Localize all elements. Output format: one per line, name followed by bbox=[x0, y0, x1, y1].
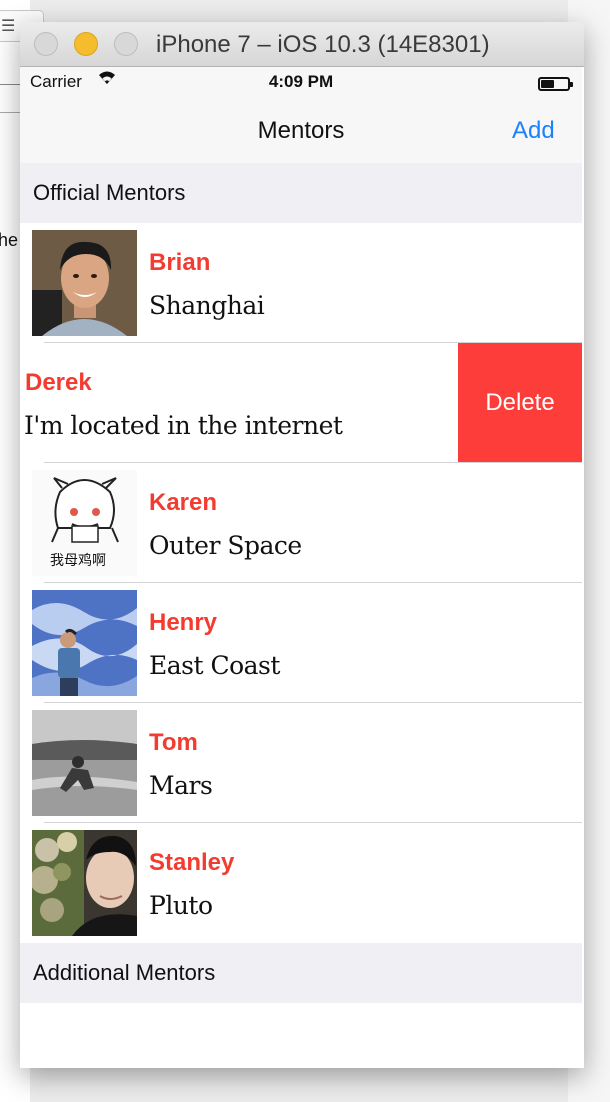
mentor-row-derek[interactable]: Derek I'm located in the internet Delete bbox=[20, 343, 582, 463]
mentor-name: Karen bbox=[149, 489, 218, 516]
mentor-location: I'm located in the internet bbox=[24, 411, 343, 440]
battery-icon bbox=[538, 77, 573, 91]
section-title: Official Mentors bbox=[33, 180, 186, 205]
mentor-location: Pluto bbox=[149, 891, 213, 920]
mentor-location: Outer Space bbox=[149, 531, 302, 560]
mentor-name: Stanley bbox=[149, 849, 235, 876]
mentor-name: Henry bbox=[149, 609, 218, 636]
navigation-bar: Mentors Add bbox=[20, 97, 582, 164]
add-button[interactable]: Add bbox=[512, 117, 555, 145]
avatar-caption: 我母鸡啊 bbox=[50, 553, 106, 569]
simulator-window: iPhone 7 – iOS 10.3 (14E8301) Carrier 4:… bbox=[20, 22, 584, 1068]
window-title: iPhone 7 – iOS 10.3 (14E8301) bbox=[156, 31, 490, 58]
hamburger-icon: ☰ bbox=[1, 16, 16, 35]
status-bar: Carrier 4:09 PM bbox=[20, 67, 582, 97]
minimize-window-button[interactable] bbox=[74, 32, 98, 56]
device-screen: Carrier 4:09 PM Mentors Add Official Men… bbox=[20, 67, 582, 1068]
mentor-row-tom[interactable]: Tom Mars bbox=[20, 703, 582, 823]
page-title: Mentors bbox=[257, 117, 345, 144]
avatar bbox=[32, 710, 137, 816]
zoom-window-button[interactable] bbox=[114, 32, 138, 56]
mentor-location: Mars bbox=[149, 771, 213, 800]
mentor-name: Brian bbox=[149, 249, 211, 276]
mentor-location: Shanghai bbox=[149, 291, 265, 320]
mentor-location: East Coast bbox=[149, 651, 280, 680]
delete-button[interactable]: Delete bbox=[458, 343, 582, 463]
section-header-additional: Additional Mentors bbox=[20, 943, 582, 1003]
background-text-fragment: he bbox=[0, 230, 19, 250]
mentor-name: Tom bbox=[149, 729, 198, 756]
mentor-row-brian[interactable]: Brian Shanghai bbox=[20, 223, 582, 343]
avatar bbox=[32, 230, 137, 336]
avatar bbox=[32, 590, 137, 696]
mentor-row-karen[interactable]: 我母鸡啊 Karen Outer Space bbox=[20, 463, 582, 583]
mentor-row-henry[interactable]: Henry East Coast bbox=[20, 583, 582, 703]
status-time: 4:09 PM bbox=[268, 72, 334, 91]
mentor-name: Derek bbox=[25, 369, 92, 396]
mentor-row-stanley[interactable]: Stanley Pluto bbox=[20, 823, 582, 943]
close-window-button[interactable] bbox=[34, 32, 58, 56]
avatar: 我母鸡啊 bbox=[32, 470, 137, 576]
section-header-official: Official Mentors bbox=[20, 163, 582, 223]
section-title: Additional Mentors bbox=[33, 960, 216, 985]
avatar bbox=[32, 830, 137, 936]
window-titlebar[interactable]: iPhone 7 – iOS 10.3 (14E8301) bbox=[20, 22, 584, 67]
